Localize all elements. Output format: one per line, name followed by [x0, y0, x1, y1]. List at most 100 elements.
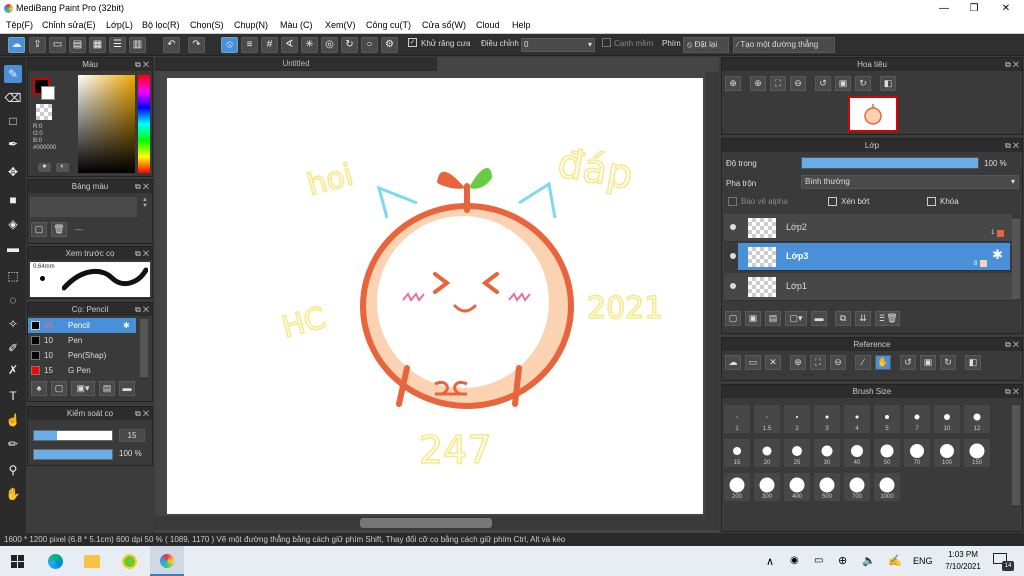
eyedropper-icon[interactable]: ∕: [855, 355, 871, 370]
palette-add-icon[interactable]: ●: [38, 163, 51, 172]
redo-icon[interactable]: ↷: [188, 37, 205, 53]
medibang-app-icon[interactable]: [122, 554, 137, 569]
brush-size-cell[interactable]: 4: [843, 404, 871, 434]
new-layer-icon[interactable]: ▢: [725, 311, 741, 326]
brush-scrollbar[interactable]: [140, 319, 148, 377]
brush-size-cell[interactable]: 1.5: [753, 404, 781, 434]
menu-select[interactable]: Chọn(S): [190, 20, 224, 30]
divide-tool-icon[interactable]: ✏: [4, 435, 22, 453]
flip-icon[interactable]: ◧: [965, 355, 981, 370]
hand-tool-icon[interactable]: ✋: [4, 485, 22, 503]
folder-icon[interactable]: ▬: [811, 311, 827, 326]
move-tool-icon[interactable]: ✥: [4, 163, 22, 181]
flip-icon[interactable]: ◧: [880, 76, 896, 91]
close-button[interactable]: ✕: [990, 0, 1022, 17]
layer-opacity-slider[interactable]: [801, 157, 979, 169]
brush-size-cell[interactable]: 200: [723, 472, 751, 502]
select-eraser-tool-icon[interactable]: ✗: [4, 361, 22, 379]
hand-icon[interactable]: ✋: [875, 355, 891, 370]
brush-size-value[interactable]: 15: [119, 429, 145, 442]
bucket-tool-icon[interactable]: ◈: [4, 215, 22, 233]
chat-icon[interactable]: ▤: [69, 37, 86, 53]
rotate-right-icon[interactable]: ↻: [855, 76, 871, 91]
clock[interactable]: 1:03 PM 7/10/2021: [940, 549, 986, 573]
brush-size-cell[interactable]: 700: [843, 472, 871, 502]
delete-layer-icon[interactable]: 🗑: [884, 311, 900, 326]
eye-icon[interactable]: [730, 253, 736, 259]
zoom-in-icon[interactable]: ⊕: [725, 76, 741, 91]
snap-perspective-icon[interactable]: ∢: [281, 37, 298, 53]
menu-filter[interactable]: Bộ lọc(R): [142, 20, 180, 30]
panel-close-icon[interactable]: ⧉ ✕: [1005, 338, 1019, 351]
panel-close-icon[interactable]: ⧉ ✕: [135, 58, 149, 71]
snap-curve-icon[interactable]: ↻: [341, 37, 358, 53]
brush-size-cell[interactable]: 300: [753, 472, 781, 502]
speaker-icon[interactable]: 🔈: [862, 554, 876, 567]
brush-opacity-slider[interactable]: [33, 449, 113, 460]
medibang-active-taskbar-item[interactable]: [150, 546, 184, 576]
list-icon[interactable]: ☰: [109, 37, 126, 53]
canvas-paper[interactable]: hoi đáp HC 2021 247: [167, 78, 703, 514]
file-explorer-icon[interactable]: [84, 555, 100, 568]
brush-item-pen[interactable]: 10 Pen: [28, 333, 136, 348]
brush-size-cell[interactable]: 25: [783, 438, 811, 468]
chevron-up-icon[interactable]: ∧: [766, 555, 774, 568]
brush-size-cell[interactable]: 400: [783, 472, 811, 502]
brush-size-cell[interactable]: 70: [903, 438, 931, 468]
eyedropper-tool-icon[interactable]: ⚲: [4, 461, 22, 479]
language-indicator[interactable]: ENG: [913, 556, 933, 566]
layer-scrollbar[interactable]: [1012, 219, 1020, 299]
eye-icon[interactable]: [730, 224, 736, 230]
snap-settings-icon[interactable]: ⚙: [381, 37, 398, 53]
add-brush-icon[interactable]: ♠: [31, 381, 47, 396]
magic-wand-tool-icon[interactable]: ✧: [4, 315, 22, 333]
share-icon[interactable]: ⇪: [29, 37, 46, 53]
zoom-in-alt-icon[interactable]: ⊕: [750, 76, 766, 91]
antialias-checkbox[interactable]: ✓: [408, 38, 417, 47]
zoom-out-icon[interactable]: ⊖: [830, 355, 846, 370]
minimize-button[interactable]: —: [928, 0, 960, 17]
zoom-out-icon[interactable]: ⊖: [790, 76, 806, 91]
fill-rect-tool-icon[interactable]: ■: [4, 191, 22, 209]
open-folder-icon[interactable]: ▭: [745, 355, 761, 370]
brush-size-cell[interactable]: 12: [963, 404, 991, 434]
navigator-thumbnail[interactable]: [848, 96, 898, 132]
pen-tool-icon[interactable]: ✒: [4, 135, 22, 153]
brush-size-scrollbar[interactable]: [1012, 405, 1020, 505]
fit-icon[interactable]: ⛶: [770, 76, 786, 91]
menu-help[interactable]: Help: [512, 20, 531, 30]
undo-icon[interactable]: ↶: [163, 37, 180, 53]
network-icon[interactable]: ⊕: [838, 554, 847, 567]
panel-close-icon[interactable]: ⧉ ✕: [135, 247, 149, 260]
reset-button[interactable]: ⦸ Đặt lại: [683, 37, 729, 53]
rotate-right-icon[interactable]: ↻: [940, 355, 956, 370]
new-1bit-layer-icon[interactable]: ▤: [765, 311, 781, 326]
edit-brush-icon[interactable]: ▤: [99, 381, 115, 396]
brush-size-cell[interactable]: 10: [933, 404, 961, 434]
palette-scroll[interactable]: ▲ ▼: [140, 197, 150, 217]
snap-ellipse-icon[interactable]: ○: [361, 37, 378, 53]
dot-tool-icon[interactable]: □: [4, 112, 22, 130]
menu-window[interactable]: Cửa sổ(W): [422, 20, 466, 30]
brush-item-g-pen[interactable]: 15 G Pen: [28, 363, 136, 378]
edge-browser-icon[interactable]: [48, 554, 63, 569]
brush-tool-icon[interactable]: ✎: [4, 65, 22, 83]
restore-button[interactable]: ❐: [958, 0, 990, 17]
brush-size-cell[interactable]: 7: [903, 404, 931, 434]
brush-size-cell[interactable]: 3: [813, 404, 841, 434]
menu-view[interactable]: Xem(V): [325, 20, 356, 30]
panel-close-icon[interactable]: ⧉ ✕: [135, 303, 149, 316]
canvas-scroll-thumb[interactable]: [360, 518, 492, 528]
menu-edit[interactable]: Chỉnh sửa(E): [42, 20, 96, 30]
delete-palette-icon[interactable]: 🗑: [51, 222, 67, 237]
alpha-protect-checkbox[interactable]: [728, 197, 737, 206]
cloud-upload-icon[interactable]: ☁: [725, 355, 741, 370]
lock-checkbox[interactable]: [927, 197, 936, 206]
layer-row-lop2[interactable]: Lớp2 1: [724, 214, 1012, 242]
pen-workspace-icon[interactable]: ✍: [888, 554, 902, 567]
palette-list[interactable]: [30, 197, 137, 217]
brush-size-cell[interactable]: 500: [813, 472, 841, 502]
brush-menu-icon[interactable]: ▣▾: [71, 381, 95, 396]
menu-color[interactable]: Màu (C): [280, 20, 313, 30]
snap-off-icon[interactable]: ⦸: [221, 37, 238, 53]
